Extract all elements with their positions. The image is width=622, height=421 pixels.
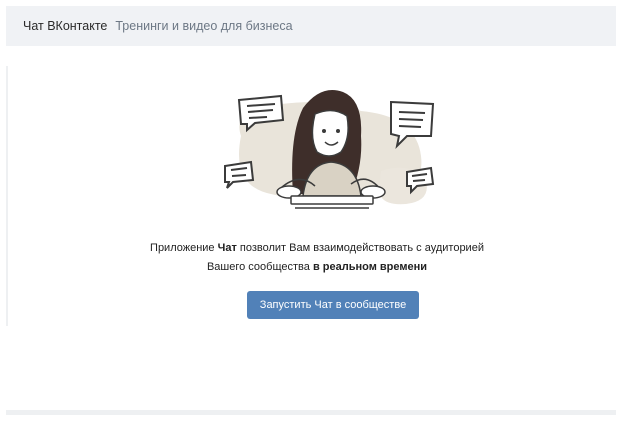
realtime-emphasis: в реальном времени — [312, 261, 428, 273]
left-edge-divider — [6, 66, 8, 326]
description-text: позволит Вам взаимодействовать с аудитор… — [236, 242, 484, 254]
description-text: Вашего сообщества — [206, 261, 313, 273]
footer-divider — [6, 410, 616, 415]
app-frame: Чат ВКонтакте Тренинги и видео для бизне… — [6, 6, 616, 415]
app-name-emphasis: Чат — [217, 242, 237, 254]
keyboard-icon — [290, 195, 374, 205]
person-face — [311, 109, 349, 157]
description-text: Приложение — [150, 242, 218, 254]
page-title: Чат ВКонтакте — [23, 19, 108, 33]
page-header: Чат ВКонтакте Тренинги и видео для бизне… — [6, 6, 616, 46]
description-line-1: Приложение Чат позволит Вам взаимодейств… — [6, 239, 622, 258]
page-subtitle: Тренинги и видео для бизнеса — [115, 19, 293, 33]
description-line-2: Вашего сообщества в реальном времени — [6, 258, 622, 277]
launch-chat-button[interactable]: Запустить Чат в сообществе — [247, 291, 419, 319]
speech-bubble-icon — [224, 160, 255, 189]
app-description: Приложение Чат позволит Вам взаимодейств… — [6, 239, 622, 277]
chat-illustration — [224, 90, 435, 209]
